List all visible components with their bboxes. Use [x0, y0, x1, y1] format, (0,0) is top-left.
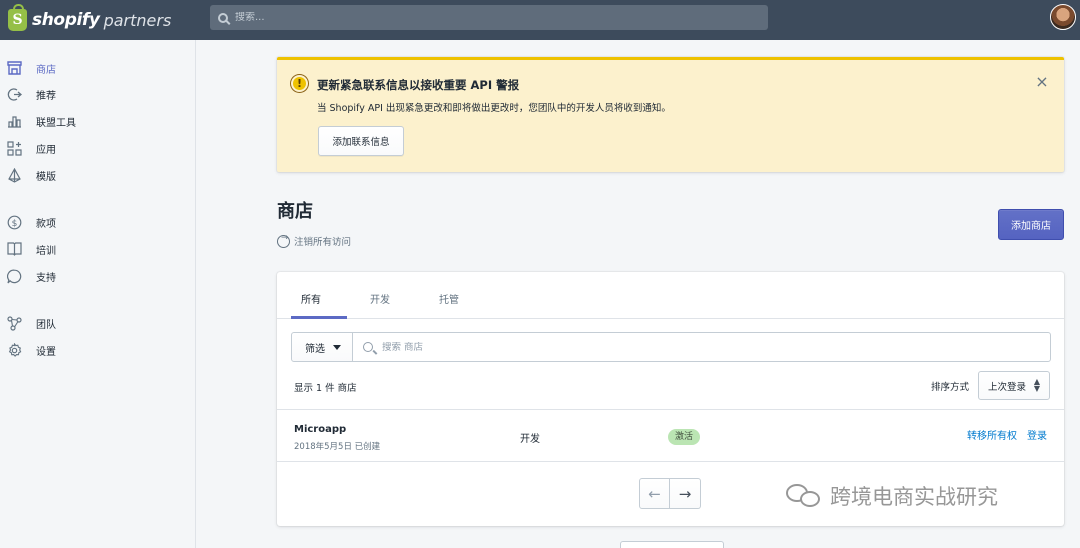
- sidebar-item-affiliate-tools[interactable]: 联盟工具: [0, 110, 196, 132]
- store-type: 开发: [520, 434, 540, 445]
- top-bar: S shopify partners: [0, 0, 1080, 40]
- wechat-icon: [786, 482, 824, 510]
- education-icon: [7, 242, 22, 257]
- sidebar-item-apps[interactable]: 应用: [0, 137, 196, 159]
- team-icon: [7, 315, 22, 331]
- watermark: 跨境电商实战研究: [786, 481, 998, 511]
- global-search-input[interactable]: [235, 12, 735, 23]
- tab-managed[interactable]: 托管: [439, 291, 459, 306]
- referral-icon: [7, 87, 22, 102]
- status-badge: 激活: [668, 429, 701, 445]
- gear-icon: [7, 342, 22, 358]
- bottom-partial-button[interactable]: [620, 541, 724, 548]
- shopify-bag-icon: S: [8, 4, 27, 31]
- tab-all[interactable]: 所有: [301, 291, 321, 306]
- pagination: ← →: [639, 478, 701, 509]
- global-search[interactable]: [210, 5, 768, 30]
- filter-button-label: 筛选: [305, 343, 325, 355]
- tab-development[interactable]: 开发: [370, 291, 390, 306]
- sidebar-item-label: 团队: [36, 319, 56, 331]
- sidebar-item-label: 联盟工具: [36, 117, 76, 129]
- shopify-partners-logo[interactable]: S shopify partners: [8, 4, 172, 33]
- sidebar: 商店 推荐 联盟工具 应用 模版 $ 款项 培训 支持 团队 设置: [0, 40, 196, 548]
- table-row: Microapp 2018年5月5日 已创建 开发 激活 转移所有权 登录: [277, 409, 1064, 462]
- sidebar-item-support[interactable]: 支持: [0, 265, 196, 287]
- sidebar-item-team[interactable]: 团队: [0, 312, 196, 334]
- sidebar-item-label: 推荐: [36, 90, 56, 102]
- search-icon: [363, 342, 373, 352]
- active-tab-indicator: [291, 316, 347, 319]
- filter-button[interactable]: 筛选: [291, 332, 353, 362]
- store-search-input[interactable]: [382, 341, 982, 353]
- sidebar-item-label: 支持: [36, 272, 56, 284]
- svg-text:$: $: [12, 219, 18, 229]
- revoke-all-access-label: 注销所有访问: [294, 237, 352, 248]
- sort-select[interactable]: 上次登录 ▲ ▼: [978, 371, 1050, 400]
- contact-info-banner: ! 更新紧急联系信息以接收重要 API 警报 当 Shopify API 出现紧…: [277, 57, 1064, 172]
- sort-select-value: 上次登录: [988, 381, 1027, 393]
- banner-title: 更新紧急联系信息以接收重要 API 警报: [317, 78, 520, 92]
- themes-icon: [7, 167, 22, 183]
- logo-shopify-text: shopify: [32, 10, 100, 30]
- sidebar-item-payouts[interactable]: $ 款项: [0, 211, 196, 233]
- sidebar-item-label: 模版: [36, 171, 56, 183]
- affiliate-chart-icon: [7, 114, 22, 129]
- next-page-button[interactable]: →: [670, 478, 701, 509]
- sidebar-item-referrals[interactable]: 推荐: [0, 83, 196, 105]
- page-title: 商店: [277, 201, 313, 222]
- revoke-all-access-link[interactable]: 注销所有访问: [277, 233, 352, 248]
- sidebar-item-label: 款项: [36, 218, 56, 230]
- sort-label: 排序方式: [931, 382, 970, 393]
- search-icon: [218, 12, 228, 23]
- watermark-text: 跨境电商实战研究: [830, 485, 998, 509]
- sidebar-item-settings[interactable]: 设置: [0, 339, 196, 361]
- sidebar-item-education[interactable]: 培训: [0, 238, 196, 260]
- banner-text: 当 Shopify API 出现紧急更改和即将做出更改时，您团队中的开发人员将收…: [317, 103, 671, 114]
- apps-icon: [7, 140, 22, 156]
- store-tabs: 所有 开发 托管: [277, 272, 1064, 319]
- sidebar-item-themes[interactable]: 模版: [0, 164, 196, 186]
- sidebar-item-label: 商店: [36, 64, 56, 76]
- caret-down-icon: [333, 345, 341, 350]
- transfer-ownership-link[interactable]: 转移所有权: [967, 427, 1017, 442]
- sidebar-item-label: 培训: [36, 245, 56, 257]
- results-count: 显示 1 件 商店: [294, 383, 357, 394]
- store-search[interactable]: [352, 332, 1051, 362]
- add-store-button[interactable]: 添加商店: [998, 209, 1064, 240]
- store-name: Microapp: [294, 424, 347, 435]
- payouts-icon: $: [7, 215, 22, 230]
- logo-partners-text: partners: [103, 10, 172, 30]
- sidebar-item-label: 设置: [36, 346, 56, 358]
- store-created-date: 2018年5月5日 已创建: [294, 442, 381, 452]
- previous-page-button[interactable]: ←: [639, 478, 670, 509]
- sidebar-item-label: 应用: [36, 144, 56, 156]
- login-link[interactable]: 登录: [1027, 427, 1047, 442]
- sidebar-item-stores[interactable]: 商店: [0, 57, 196, 79]
- close-icon[interactable]: ×: [1034, 74, 1050, 90]
- warning-icon: !: [291, 75, 308, 92]
- user-avatar[interactable]: [1050, 4, 1076, 30]
- logout-icon: [277, 233, 290, 248]
- select-arrows-icon: ▲ ▼: [1033, 377, 1040, 393]
- add-contact-info-button[interactable]: 添加联系信息: [318, 126, 404, 156]
- store-icon: [7, 61, 22, 76]
- support-icon: [7, 269, 22, 284]
